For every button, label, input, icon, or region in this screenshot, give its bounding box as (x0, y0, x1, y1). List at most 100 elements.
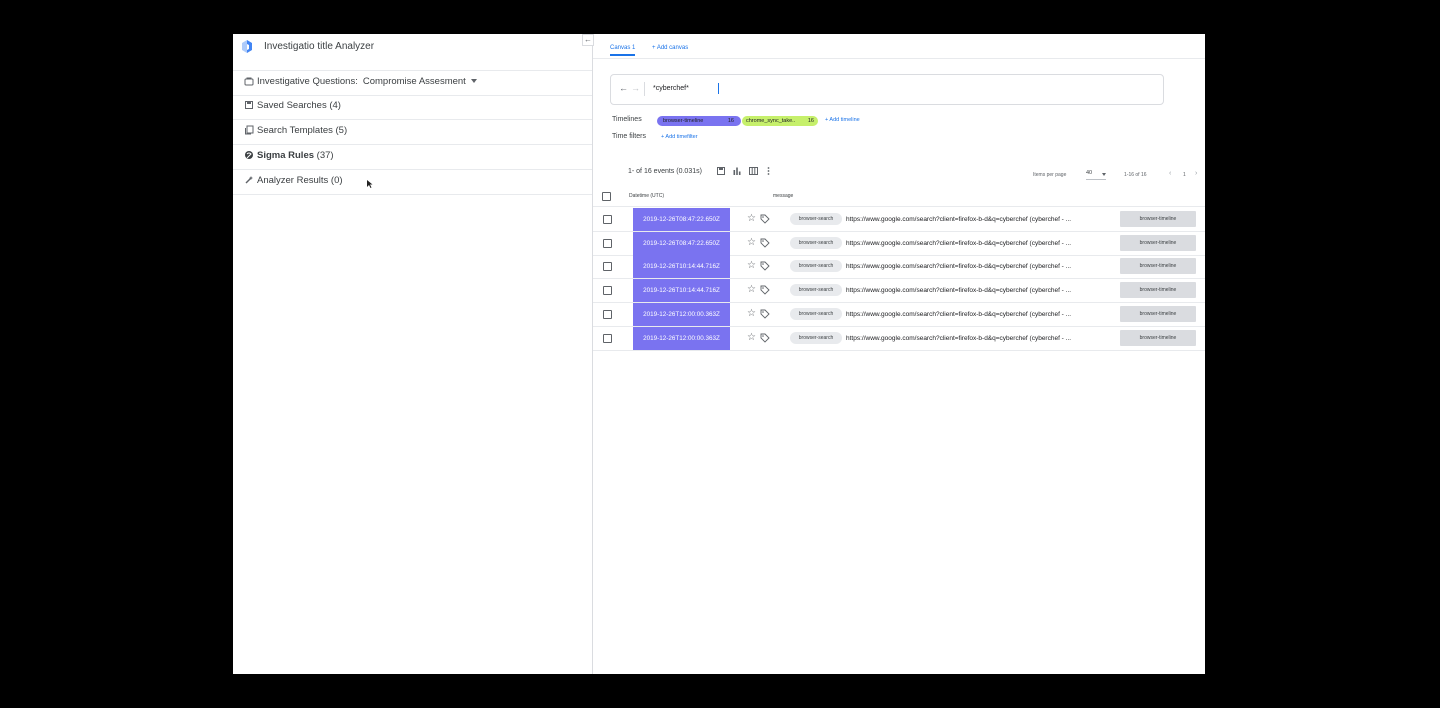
datetime-column-header[interactable]: Datetime (UTC) (629, 193, 664, 199)
star-icon[interactable]: ☆ (747, 332, 756, 344)
investigate-icon (243, 76, 254, 87)
items-per-page-value: 40 (1086, 170, 1093, 176)
investigative-questions-selector[interactable]: Investigative Questions: Compromise Asses… (233, 70, 592, 96)
sidebar-item-label: Analyzer Results (0) (257, 175, 343, 186)
tag-icon[interactable] (760, 261, 770, 274)
row-timeline-label: browser-timeline (1120, 305, 1196, 322)
left-panel: Investigatio title Analyzer ← Investigat… (233, 34, 594, 674)
sidebar-item-analyzer-results[interactable]: Analyzer Results (0) (233, 169, 592, 195)
save-search-icon[interactable] (716, 167, 725, 177)
star-icon[interactable]: ☆ (747, 237, 756, 249)
row-datetime[interactable]: 2019-12-26T12:00:00.363Z (633, 326, 730, 350)
add-timefilter-button[interactable]: + Add timefilter (661, 134, 698, 140)
row-datetime[interactable]: 2019-12-26T12:00:00.363Z (633, 302, 730, 326)
timeline-chip-name: chrome_sync_take.. (746, 118, 796, 124)
row-timeline-label: browser-timeline (1120, 329, 1196, 346)
tag-icon[interactable] (760, 285, 770, 298)
row-tag-chip[interactable]: browser-search (790, 260, 842, 273)
row-tag-chip[interactable]: browser-search (790, 213, 842, 225)
row-checkbox[interactable] (603, 238, 612, 248)
search-divider (644, 82, 645, 96)
row-checkbox[interactable] (603, 286, 612, 296)
row-datetime[interactable]: 2019-12-26T08:47:22.650Z (633, 208, 730, 231)
row-message[interactable]: https://www.google.com/search?client=fir… (846, 311, 1106, 318)
row-message[interactable]: https://www.google.com/search?client=fir… (846, 287, 1106, 294)
histogram-icon[interactable] (732, 167, 741, 177)
sigma-rules-count: (37) (314, 150, 334, 161)
row-datetime[interactable]: 2019-12-26T10:14:44.716Z (633, 279, 730, 303)
app-header: Investigatio title Analyzer ← (233, 34, 594, 71)
more-vert-icon[interactable] (764, 167, 773, 177)
tag-icon[interactable] (760, 333, 770, 346)
search-bar[interactable]: ← → *cyberchef* (610, 74, 1164, 105)
timeline-chip-name: browser-timeline (663, 118, 704, 124)
row-tag-chip[interactable]: browser-search (790, 284, 842, 297)
sigma-rules-label: Sigma Rules (257, 150, 315, 161)
timeline-chip-count: 16 (727, 118, 734, 124)
table-row[interactable]: 2019-12-26T10:14:44.716Z ☆ browser-search h… (593, 279, 1205, 304)
star-icon[interactable]: ☆ (747, 260, 756, 272)
row-message[interactable]: https://www.google.com/search?client=fir… (846, 335, 1106, 342)
table-row[interactable]: 2019-12-26T12:00:00.363Z ☆ browser-search h… (593, 302, 1205, 327)
add-canvas-button[interactable]: + Add canvas (652, 45, 688, 51)
row-timeline-label: browser-timeline (1120, 282, 1196, 299)
canvas-tabs: Canvas 1 + Add canvas (593, 34, 1205, 59)
event-count: 1- of 16 events (0.031s) (628, 168, 702, 175)
page-range: 1-16 of 16 (1124, 172, 1147, 178)
forward-arrow-icon[interactable]: → (631, 83, 640, 93)
chevron-down-icon (1102, 173, 1106, 176)
sidebar-item-saved-searches[interactable]: Saved Searches (4) (233, 94, 592, 120)
star-icon[interactable]: ☆ (747, 284, 756, 296)
message-column-header[interactable]: message (773, 193, 793, 199)
text-caret (718, 83, 719, 94)
iq-value: Compromise Assesment (362, 76, 466, 87)
timeline-chip-chrome-sync[interactable]: chrome_sync_take.. 16 (742, 116, 818, 126)
row-datetime[interactable]: 2019-12-26T08:47:22.650Z (633, 231, 730, 255)
table-row[interactable]: 2019-12-26T08:47:22.650Z ☆ browser-search h… (593, 231, 1205, 256)
row-checkbox[interactable] (603, 309, 612, 319)
sidebar-item-label: Search Templates (5) (257, 125, 348, 136)
select-all-checkbox[interactable] (602, 192, 611, 201)
tag-icon[interactable] (760, 309, 770, 322)
next-page-icon[interactable]: › (1195, 170, 1197, 177)
sidebar-item-search-templates[interactable]: Search Templates (5) (233, 119, 592, 145)
time-filters-label: Time filters (612, 133, 646, 140)
app-window: Investigatio title Analyzer ← Investigat… (233, 34, 1205, 674)
row-message[interactable]: https://www.google.com/search?client=fir… (846, 216, 1106, 223)
back-arrow-icon[interactable]: ← (619, 83, 628, 93)
tab-canvas-1[interactable]: Canvas 1 (610, 45, 636, 56)
star-icon[interactable]: ☆ (747, 308, 756, 320)
items-per-page-label: Items per page (1033, 172, 1067, 178)
timeline-chip-count: 16 (807, 118, 814, 124)
row-tag-chip[interactable]: browser-search (790, 307, 842, 320)
tag-icon[interactable] (760, 214, 770, 227)
row-datetime[interactable]: 2019-12-26T10:14:44.716Z (633, 255, 730, 279)
table-row[interactable]: 2019-12-26T12:00:00.363Z ☆ browser-search h… (593, 326, 1205, 351)
add-timeline-button[interactable]: + Add timeline (825, 117, 860, 123)
columns-icon[interactable] (749, 167, 758, 177)
tag-icon[interactable] (760, 238, 770, 251)
row-tag-chip[interactable]: browser-search (790, 236, 842, 249)
search-input[interactable]: *cyberchef* (653, 85, 689, 92)
items-per-page-select[interactable]: 40 (1086, 170, 1106, 180)
row-checkbox[interactable] (603, 262, 612, 272)
analyzer-icon (243, 175, 254, 186)
row-message[interactable]: https://www.google.com/search?client=fir… (846, 263, 1106, 270)
row-tag-chip[interactable]: browser-search (790, 331, 842, 344)
star-icon[interactable]: ☆ (747, 213, 756, 225)
prev-page-icon[interactable]: ‹ (1169, 170, 1171, 177)
sidebar-item-sigma-rules[interactable]: Sigma Rules (37) (233, 144, 592, 170)
table-header: Datetime (UTC) message (593, 186, 1205, 207)
mouse-cursor-icon (367, 180, 373, 190)
template-icon (243, 125, 254, 136)
chevron-down-icon (470, 79, 477, 84)
table-row[interactable]: 2019-12-26T08:47:22.650Z ☆ browser-search h… (593, 208, 1205, 232)
row-checkbox[interactable] (603, 215, 612, 224)
sidebar-item-label: Saved Searches (4) (257, 100, 341, 111)
row-message[interactable]: https://www.google.com/search?client=fir… (846, 240, 1106, 247)
sigma-icon (243, 150, 254, 161)
timeline-chip-browser-timeline[interactable]: browser-timeline 16 (657, 116, 741, 126)
row-checkbox[interactable] (603, 333, 612, 343)
table-row[interactable]: 2019-12-26T10:14:44.716Z ☆ browser-search h… (593, 255, 1205, 280)
app-logo (242, 40, 252, 53)
